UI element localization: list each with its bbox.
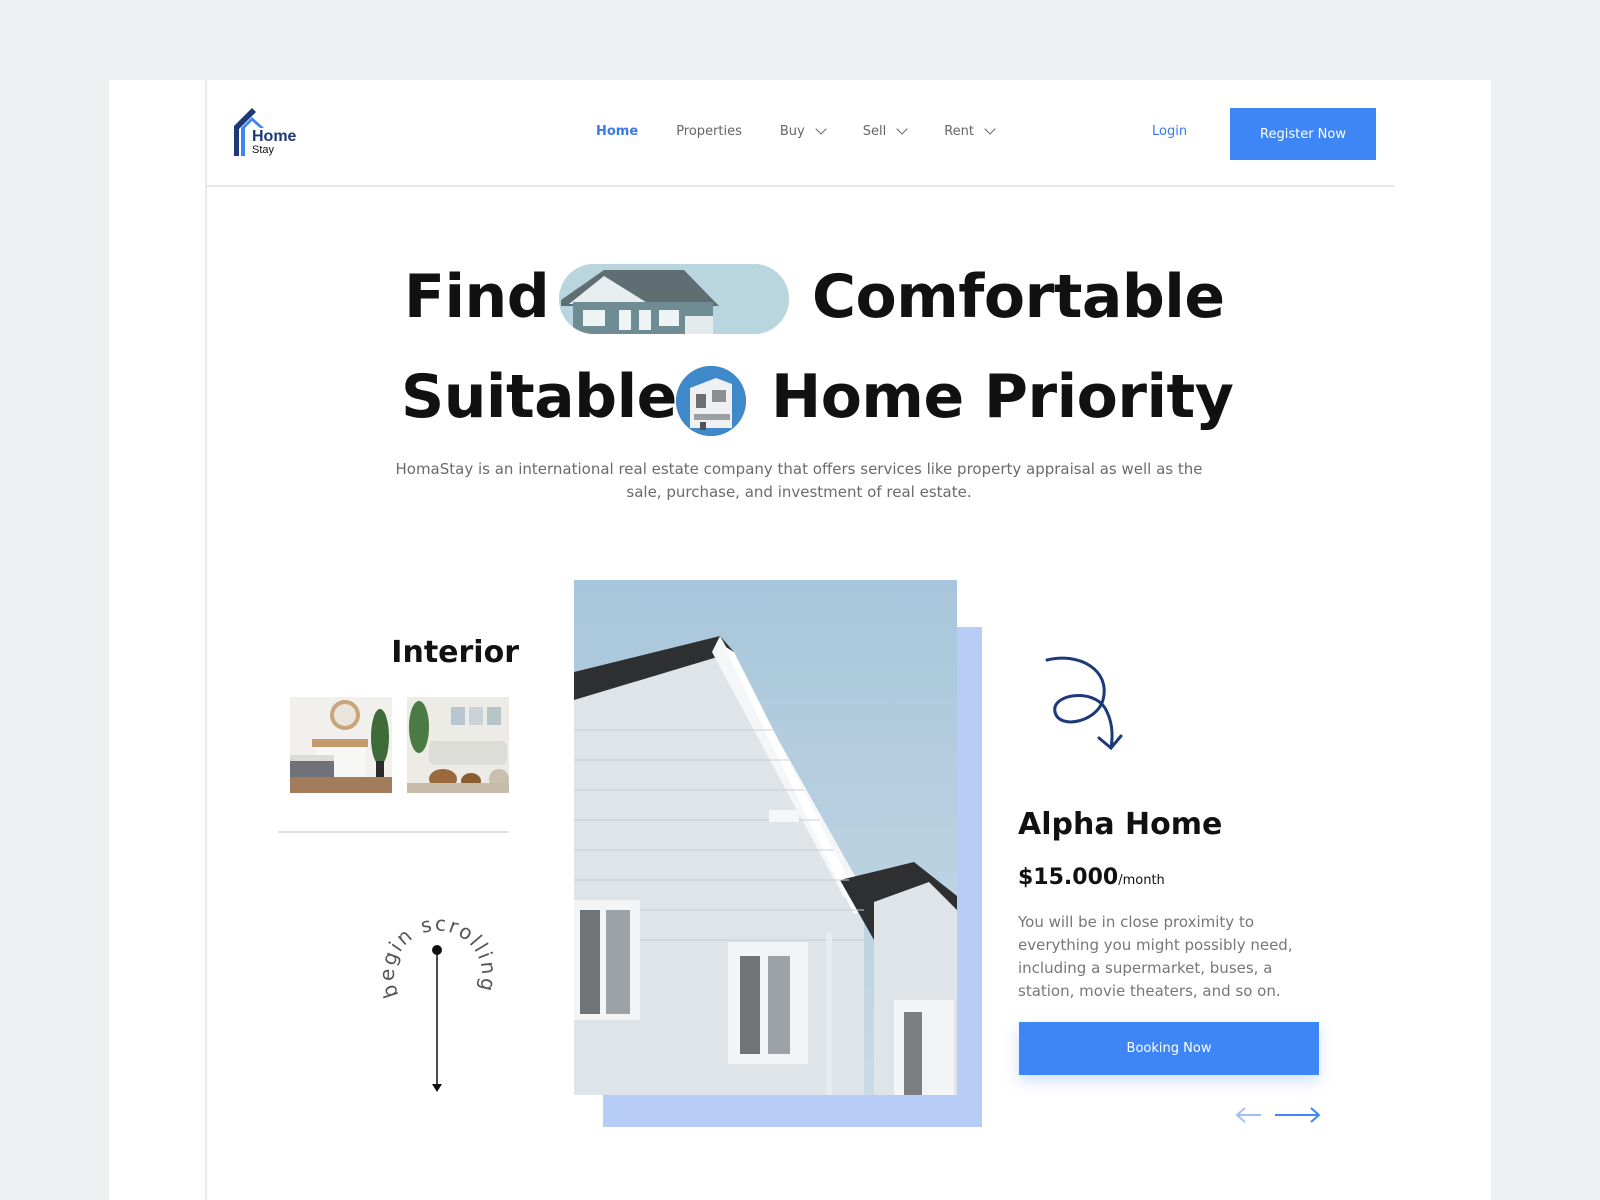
- chevron-down-icon: [896, 123, 908, 135]
- hero-word-comfortable: Comfortable: [812, 262, 1225, 332]
- next-arrow-icon[interactable]: [1275, 1107, 1321, 1123]
- main-nav: Home Properties Buy Sell Rent: [596, 123, 1032, 139]
- listing-description: You will be in close proximity to everyt…: [1018, 913, 1293, 1000]
- logo[interactable]: Home Stay: [234, 108, 304, 160]
- nav-sell-label: Sell: [862, 124, 887, 139]
- listing-price-value: $15.000: [1018, 865, 1119, 890]
- page-card: Home Stay Home Properties Buy Sell Rent …: [109, 80, 1491, 1200]
- hero-word-home-priority: Home Priority: [771, 362, 1234, 432]
- nav-home[interactable]: Home: [596, 124, 638, 139]
- house-photo-icon: [559, 264, 789, 334]
- nav-buy[interactable]: Buy: [779, 123, 827, 139]
- building-photo-icon: [676, 366, 746, 436]
- listing-price: $15.000/month: [1018, 865, 1165, 890]
- interior-divider: [278, 831, 509, 833]
- curly-arrow-icon: [1039, 640, 1129, 751]
- nav-properties[interactable]: Properties: [676, 124, 742, 139]
- hero-word-find: Find: [404, 262, 550, 332]
- register-button[interactable]: Register Now: [1230, 108, 1376, 160]
- listing-price-period: /month: [1118, 873, 1165, 888]
- scroll-down-icon: begin scrolling now: [368, 881, 499, 1092]
- booking-button[interactable]: Booking Now: [1019, 1022, 1319, 1075]
- slider-nav: [1235, 1100, 1325, 1130]
- logo-line1: Home: [252, 128, 297, 145]
- header: Home Stay Home Properties Buy Sell Rent …: [206, 80, 1394, 187]
- hero-building-circle-image: [676, 366, 746, 436]
- left-border-line: [205, 80, 207, 1200]
- nav-rent-label: Rent: [944, 124, 975, 139]
- nav-properties-label: Properties: [676, 124, 742, 139]
- house-facade-photo-icon: [574, 580, 957, 1095]
- logo-text: Home Stay: [252, 128, 297, 157]
- nav-buy-label: Buy: [779, 124, 805, 139]
- interior-thumb-living-room[interactable]: [407, 697, 509, 793]
- nav-rent[interactable]: Rent: [944, 123, 996, 139]
- nav-sell[interactable]: Sell: [862, 123, 908, 139]
- interior-thumb-bedroom[interactable]: [290, 697, 392, 793]
- hero-word-suitable: Suitable: [401, 362, 677, 432]
- nav-home-label: Home: [596, 124, 639, 139]
- chevron-down-icon: [815, 123, 827, 135]
- listing-title: Alpha Home: [1018, 807, 1223, 842]
- hero-house-pill-image: [559, 264, 789, 334]
- interior-title: Interior: [391, 635, 519, 670]
- login-link[interactable]: Login: [1152, 124, 1187, 139]
- living-room-photo-icon: [407, 697, 509, 793]
- logo-line2: Stay: [252, 144, 275, 156]
- scroll-indicator[interactable]: begin scrolling now: [368, 881, 499, 1100]
- hero-subtitle: HomaStay is an international real estate…: [395, 460, 1203, 501]
- main-house-photo: [574, 580, 957, 1095]
- bedroom-photo-icon: [290, 697, 392, 793]
- chevron-down-icon: [984, 123, 996, 135]
- prev-arrow-icon[interactable]: [1235, 1107, 1261, 1123]
